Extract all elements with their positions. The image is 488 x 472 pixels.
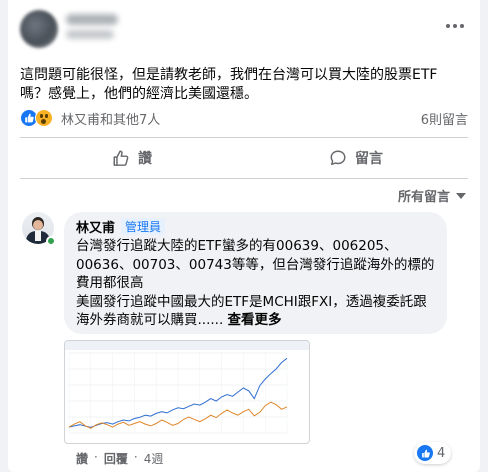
admin-badge: 管理員 — [121, 218, 166, 235]
post-card: 這問題可能很怪，但是請教老師，我們在台灣可以買大陸的股票ETF嗎？感覺上，他們的… — [8, 0, 480, 472]
comment-label: 留言 — [355, 151, 383, 167]
divider — [20, 178, 468, 179]
comment-like-action[interactable]: 讚 — [76, 450, 88, 467]
etf-line-chart — [65, 341, 309, 434]
comment-sort-dropdown[interactable]: 所有留言 — [398, 186, 466, 205]
reaction-names[interactable]: 林又甫和其他7人 — [61, 109, 160, 128]
chart-grid — [68, 352, 288, 434]
post-text: 這問題可能很怪，但是請教老師，我們在台灣可以買大陸的股票ETF嗎？感覺上，他們的… — [20, 67, 438, 102]
comment-reactions[interactable]: 4 — [414, 442, 452, 464]
online-status-indicator — [46, 236, 56, 246]
comment-text: 台灣發行追蹤大陸的ETF蠻多的有00639、006205、00636、00703… — [76, 237, 435, 330]
comment-count[interactable]: 6則留言 — [421, 109, 468, 128]
post-header — [8, 0, 480, 58]
comment-icon — [330, 150, 346, 166]
comment-footer: 讚 · 回覆 · 4週 — [76, 450, 164, 467]
comment-reaction-count: 4 — [437, 445, 446, 461]
chart-toolbar — [65, 341, 309, 350]
post-actions: 讚 留言 — [20, 142, 468, 174]
like-button[interactable]: 讚 — [20, 142, 244, 174]
like-label: 讚 — [138, 151, 152, 167]
reactions-summary[interactable]: 林又甫和其他7人 6則留言 — [20, 107, 468, 129]
see-more-link[interactable]: 查看更多 — [228, 312, 282, 328]
post-meta-blurred — [66, 30, 114, 39]
chevron-down-icon — [456, 192, 466, 199]
like-reaction-icon — [417, 445, 433, 461]
comment-chart-image[interactable] — [64, 340, 310, 444]
divider — [20, 137, 468, 138]
poster-name-blurred[interactable] — [66, 14, 118, 25]
comment-button[interactable]: 留言 — [244, 142, 468, 174]
wow-reaction-icon — [35, 109, 53, 127]
comment-reply-action[interactable]: 回覆 — [104, 450, 128, 467]
poster-avatar[interactable] — [20, 10, 58, 48]
more-options-icon[interactable] — [442, 16, 468, 36]
comment-author[interactable]: 林又甫 — [76, 217, 115, 236]
comment-bubble: 林又甫 管理員 台灣發行追蹤大陸的ETF蠻多的有00639、006205、006… — [64, 212, 447, 334]
comment-time[interactable]: 4週 — [144, 450, 164, 467]
thumbs-up-icon — [113, 150, 129, 166]
sort-label: 所有留言 — [397, 190, 450, 205]
